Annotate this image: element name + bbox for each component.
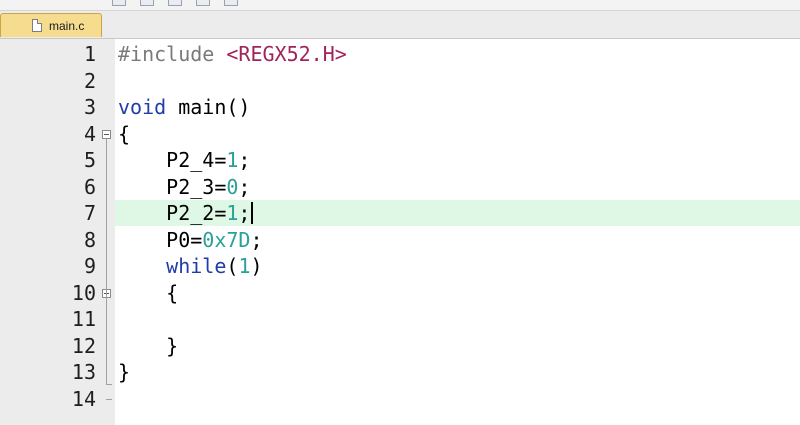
fold-end-marker: [106, 399, 112, 400]
line-number: 2: [83, 68, 96, 93]
line-number: 10: [71, 280, 96, 305]
line-number: 9: [83, 254, 96, 278]
line-number: 7: [83, 201, 96, 225]
code-text: #include <REGX52.H>: [118, 41, 347, 67]
code-token: ;: [238, 148, 251, 172]
code-token: 1: [238, 254, 251, 278]
line-number: 1: [83, 42, 96, 66]
code-text: P0=0x7D;: [118, 227, 263, 253]
text-caret: [251, 202, 253, 224]
line-number: 4: [83, 121, 96, 146]
line-number: 11: [71, 307, 96, 331]
code-line[interactable]: 9 while(1): [0, 253, 800, 280]
code-text: while(1): [118, 253, 263, 279]
line-number: 13: [71, 360, 96, 384]
tab-main-c[interactable]: main.c: [0, 13, 102, 37]
toolbar-button[interactable]: [112, 0, 126, 6]
code-text: void main(): [118, 94, 250, 120]
code-text: }: [118, 359, 130, 385]
code-token: {: [118, 121, 131, 146]
code-line[interactable]: 2: [0, 68, 800, 95]
code-token: P2_2=: [118, 201, 227, 225]
code-token: ;: [250, 227, 263, 252]
code-token: P2_4=: [118, 148, 227, 172]
code-text: P2_4=1;: [118, 147, 250, 173]
code-line[interactable]: 1 #include <REGX52.H>: [0, 41, 800, 68]
line-number: 14: [71, 386, 96, 411]
code-token: 0x7D: [202, 227, 251, 252]
toolbar-button[interactable]: [140, 0, 154, 6]
code-token: main(): [178, 95, 251, 119]
code-token: {: [118, 280, 179, 305]
code-token: ): [250, 254, 263, 278]
tab-label: main.c: [49, 19, 85, 33]
code-line[interactable]: 4{: [0, 121, 800, 148]
code-token: P0=: [118, 227, 203, 252]
fold-guide-line: [106, 139, 107, 384]
code-line[interactable]: 3 void main(): [0, 94, 800, 121]
code-text: P2_2=1;: [118, 200, 250, 226]
code-line[interactable]: 14: [0, 386, 800, 413]
code-token: 1: [226, 148, 239, 172]
code-text: }: [118, 333, 178, 359]
toolbar-button[interactable]: [196, 0, 210, 6]
code-token: #include: [118, 42, 227, 66]
code-token: (: [226, 254, 239, 278]
code-text: {: [118, 121, 130, 147]
code-line[interactable]: 13}: [0, 359, 800, 386]
line-number: 6: [83, 174, 96, 199]
code-token: void: [118, 95, 179, 119]
code-line[interactable]: 12 }: [0, 333, 800, 360]
code-token: while: [166, 254, 227, 278]
line-number: 8: [83, 227, 96, 252]
code-text: {: [118, 280, 178, 306]
code-token: }: [118, 360, 131, 384]
toolbar-button[interactable]: [224, 0, 238, 6]
code-text: P2_3=0;: [118, 174, 250, 200]
code-token: 0: [226, 174, 239, 199]
fold-end-marker: [106, 384, 112, 385]
code-token: }: [118, 333, 179, 358]
code-line[interactable]: 5 P2_4=1;: [0, 147, 800, 174]
toolbar: [0, 0, 800, 11]
code-token: 1: [226, 201, 239, 225]
toolbar-button[interactable]: [168, 0, 182, 6]
code-line[interactable]: 10 {: [0, 280, 800, 307]
fold-toggle-icon[interactable]: [102, 129, 111, 139]
file-icon: [32, 19, 42, 32]
code-token: <REGX52.H>: [226, 42, 347, 66]
code-token: P2_3=: [118, 174, 227, 199]
line-number: 5: [83, 148, 96, 172]
code-line[interactable]: 11: [0, 306, 800, 333]
code-line[interactable]: 7 P2_2=1;: [0, 200, 800, 227]
code-line[interactable]: 8 P0=0x7D;: [0, 227, 800, 254]
line-number: 3: [83, 95, 96, 119]
tab-bar: main.c: [0, 11, 800, 39]
code-token: ;: [238, 201, 251, 225]
code-editor[interactable]: 1 #include <REGX52.H> 2 3 void main() 4{5 P2_…: [0, 39, 800, 425]
code-token: ;: [238, 174, 251, 199]
code-line[interactable]: 6 P2_3=0;: [0, 174, 800, 201]
line-number: 12: [71, 333, 96, 358]
